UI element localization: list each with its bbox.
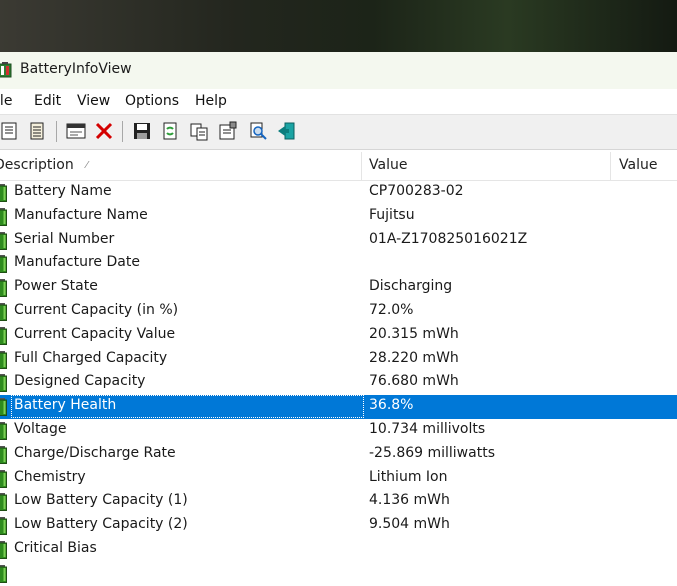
battery-icon: [0, 445, 7, 464]
row-value: 20.315 mWh: [369, 325, 459, 342]
battery-icon: [0, 469, 7, 488]
row-description: Low Battery Capacity (1): [14, 492, 188, 509]
row-description: Manufacture Name: [14, 206, 148, 223]
properties-icon[interactable]: [218, 121, 238, 141]
exit-icon[interactable]: [276, 121, 296, 141]
table-row[interactable]: Voltage 10.734 millivolts: [0, 419, 677, 443]
menu-help[interactable]: Help: [195, 93, 227, 109]
save-icon[interactable]: [132, 121, 152, 141]
battery-icon: [0, 326, 7, 345]
battery-info-list: Battery Name CP700283-02 Manufacture Name F…: [0, 181, 677, 583]
battery-icon: [0, 374, 7, 393]
menu-edit[interactable]: Edit: [34, 93, 61, 109]
table-row[interactable]: Battery Name CP700283-02: [0, 181, 677, 205]
column-divider[interactable]: [361, 152, 362, 180]
row-description: Battery Health: [14, 397, 117, 414]
desktop-background: [0, 0, 677, 52]
toolbar: [0, 114, 677, 150]
battery-icon: [0, 231, 7, 250]
menu-file[interactable]: File: [0, 93, 12, 109]
battery-icon: [0, 279, 7, 298]
menu-bar: File Edit View Options Help: [0, 89, 677, 114]
row-description: Power State: [14, 278, 98, 295]
sort-indicator-icon: ⁄: [86, 160, 88, 171]
battery-icon: [0, 303, 7, 321]
table-row[interactable]: Current Capacity Value 20.315 mWh: [0, 324, 677, 348]
row-value: Discharging: [369, 278, 453, 295]
battery-icon: [0, 541, 7, 559]
row-description: Full Charged Capacity: [14, 349, 168, 366]
battery-icon: [0, 564, 7, 583]
row-value: -25.869 milliwatts: [369, 444, 495, 461]
row-value: 36.8%: [369, 397, 414, 414]
window-title: BatteryInfoView: [20, 61, 132, 77]
menu-view[interactable]: View: [77, 93, 110, 109]
column-value-header[interactable]: Value: [369, 157, 407, 173]
row-description: Manufacture Date: [14, 254, 140, 271]
row-value: CP700283-02: [369, 183, 464, 199]
find-icon[interactable]: [248, 121, 268, 141]
row-value: Fujitsu: [369, 206, 415, 223]
table-row[interactable]: Serial Number 01A-Z170825016021Z: [0, 229, 677, 253]
row-description: Serial Number: [14, 230, 115, 247]
app-battery-icon: [0, 62, 12, 78]
table-row[interactable]: Current Capacity (in %) 72.0%: [0, 300, 677, 324]
row-description: Low Battery Capacity (2): [14, 516, 188, 533]
menu-options[interactable]: Options: [125, 93, 179, 109]
row-description: Current Capacity Value: [14, 325, 176, 342]
row-description: Chemistry: [14, 468, 86, 485]
table-row[interactable]: Charge/Discharge Rate -25.869 milliwatts: [0, 443, 677, 467]
table-row[interactable]: [0, 562, 677, 586]
table-row[interactable]: Manufacture Name Fujitsu: [0, 205, 677, 229]
row-value: 01A-Z170825016021Z: [369, 230, 528, 247]
row-description: Battery Name: [14, 183, 112, 199]
battery-icon: [0, 350, 7, 369]
toolbar-separator: [122, 121, 123, 142]
table-row[interactable]: Low Battery Capacity (1) 4.136 mWh: [0, 490, 677, 514]
row-value: 28.220 mWh: [369, 349, 459, 366]
row-description: Current Capacity (in %): [14, 302, 179, 318]
battery-icon: [0, 517, 7, 536]
table-row[interactable]: Designed Capacity 76.680 mWh: [0, 371, 677, 395]
battery-icon: [0, 493, 7, 512]
row-value: 4.136 mWh: [369, 492, 450, 509]
table-row[interactable]: Low Battery Capacity (2) 9.504 mWh: [0, 514, 677, 538]
row-value: 76.680 mWh: [369, 373, 459, 390]
list-header: Description ⁄ Value Value: [0, 152, 677, 181]
row-value: 72.0%: [369, 302, 414, 318]
column-value2-header[interactable]: Value: [619, 157, 657, 173]
row-value: 10.734 millivolts: [369, 421, 486, 437]
battery-icon: [0, 207, 7, 226]
row-description: Critical Bias: [14, 540, 97, 556]
html-report-icon[interactable]: [0, 121, 19, 141]
table-row[interactable]: Manufacture Date: [0, 252, 677, 276]
table-row[interactable]: Full Charged Capacity 28.220 mWh: [0, 348, 677, 372]
delete-icon[interactable]: [94, 121, 114, 141]
column-description-header[interactable]: Description: [0, 157, 74, 173]
battery-icon: [0, 422, 7, 440]
table-row[interactable]: Power State Discharging: [0, 276, 677, 300]
table-row[interactable]: Critical Bias: [0, 538, 677, 562]
toolbar-separator: [56, 121, 57, 142]
row-description: Charge/Discharge Rate: [14, 444, 176, 461]
table-row[interactable]: Battery Health 36.8%: [0, 395, 677, 420]
row-value: 9.504 mWh: [369, 516, 450, 533]
refresh-icon[interactable]: [160, 121, 180, 141]
battery-icon: [0, 398, 7, 417]
battery-icon: [0, 255, 7, 274]
copy-icon[interactable]: [189, 121, 209, 141]
column-divider[interactable]: [610, 152, 611, 180]
table-row[interactable]: Chemistry Lithium Ion: [0, 467, 677, 491]
text-report-icon[interactable]: [27, 121, 47, 141]
row-description: Voltage: [14, 421, 67, 437]
row-description: Designed Capacity: [14, 373, 146, 390]
row-value: Lithium Ion: [369, 468, 448, 485]
properties-window-icon[interactable]: [66, 121, 86, 141]
battery-icon: [0, 184, 7, 202]
